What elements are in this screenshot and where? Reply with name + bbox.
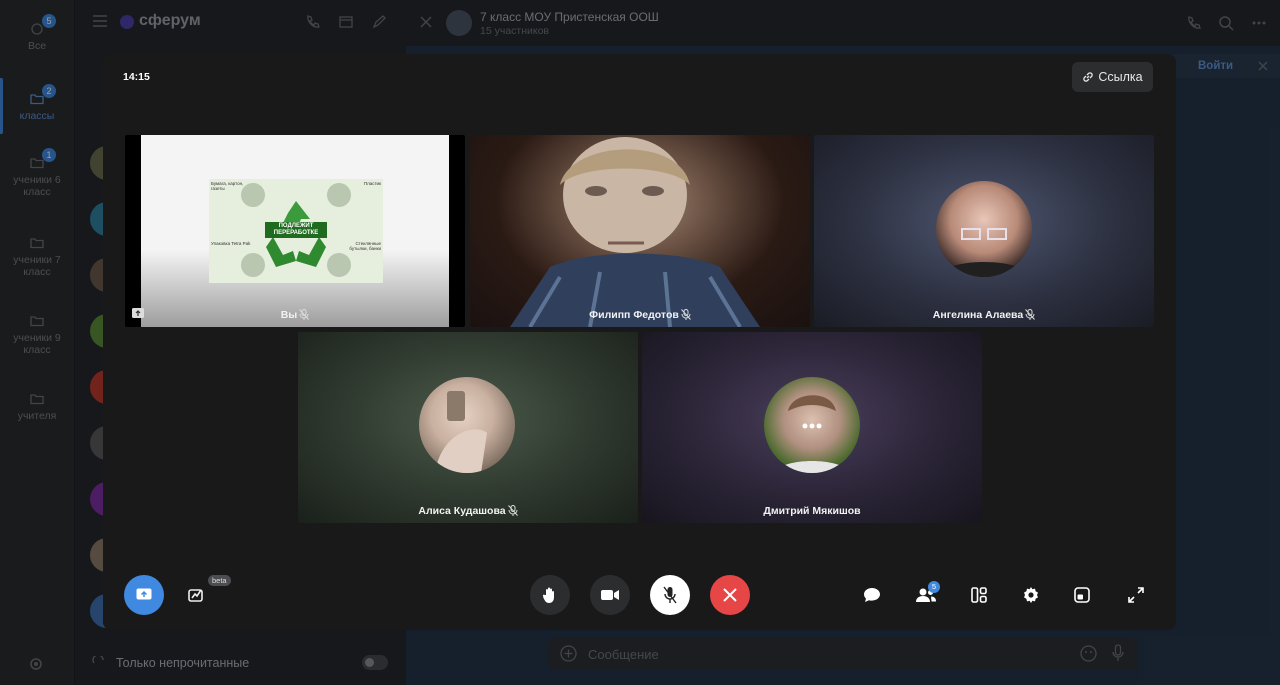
camera-icon	[601, 590, 619, 600]
layout-grid-icon	[971, 587, 987, 603]
camera-toggle-button[interactable]	[590, 575, 630, 615]
slide-text-glass: Стеклянные бутылки, банки	[349, 241, 381, 251]
whiteboard-button[interactable]	[183, 581, 211, 609]
slide-title-line-2: ПЕРЕРАБОТКЕ	[273, 230, 319, 236]
slide-text-paper: Бумага, картон, газеты	[211, 181, 244, 191]
slide-text-plastic: Пластик	[363, 181, 381, 186]
screen-share-button[interactable]	[124, 575, 164, 615]
participant-name-text: Дмитрий Мякишов	[763, 505, 861, 517]
chat-bubble-icon	[864, 588, 880, 602]
call-timer: 14:15	[123, 71, 150, 83]
video-call-window: 14:15 Ссылка Бумага, картон, газеты Плас…	[103, 54, 1176, 630]
layout-button[interactable]	[965, 581, 993, 609]
participant-name-text: Филипп Федотов	[589, 309, 679, 321]
link-icon	[1083, 72, 1094, 82]
slide-title: ПОДЛЕЖИТ ПЕРЕРАБОТКЕ	[265, 222, 327, 238]
end-call-button[interactable]	[710, 575, 750, 615]
camera-video-frame	[510, 137, 760, 327]
mic-off-icon	[680, 309, 691, 320]
microphone-toggle-button[interactable]	[650, 575, 690, 615]
participant-tile-dmitry[interactable]: Дмитрий Мякишов	[642, 332, 982, 523]
participant-avatar	[936, 181, 1032, 277]
participant-name: Ангелина Алаева	[814, 309, 1154, 321]
participant-avatar	[419, 377, 515, 473]
participants-count-badge: 5	[928, 581, 940, 593]
avatar-photo	[435, 391, 487, 473]
call-link-button[interactable]: Ссылка	[1072, 62, 1153, 92]
pip-icon	[1074, 587, 1090, 603]
fullscreen-icon	[1128, 587, 1144, 603]
raise-hand-button[interactable]	[530, 575, 570, 615]
participant-name: Дмитрий Мякишов	[642, 505, 982, 517]
screen-share-icon	[136, 588, 152, 600]
slide-text-tetrapak: Упаковка Tetra Pak	[211, 241, 251, 246]
gear-icon	[1024, 587, 1038, 603]
mic-off-icon	[507, 505, 518, 516]
participant-tile-alisa[interactable]: Алиса Кудашова	[298, 332, 638, 523]
hand-icon	[542, 587, 554, 603]
picture-in-picture-button[interactable]	[1068, 581, 1096, 609]
whiteboard-icon	[188, 589, 203, 602]
participant-name: Алиса Кудашова	[298, 505, 638, 517]
participant-tile-you[interactable]: Бумага, картон, газеты Пластик Упаковка …	[125, 135, 465, 327]
beta-badge: beta	[208, 575, 231, 586]
participant-name-text: Ангелина Алаева	[932, 309, 1024, 321]
mic-off-icon	[1025, 309, 1036, 320]
mic-off-icon	[663, 586, 677, 604]
participant-name: Вы	[125, 309, 465, 321]
speaking-indicator-icon	[802, 423, 822, 429]
slide-title-line-1: ПОДЛЕЖИТ	[278, 223, 314, 229]
chat-button[interactable]	[858, 581, 886, 609]
participant-name-text: Вы	[280, 309, 298, 321]
link-label: Ссылка	[1098, 70, 1143, 84]
participant-tile-angelina[interactable]: Ангелина Алаева	[814, 135, 1154, 327]
mic-off-icon	[299, 309, 310, 320]
participant-tile-filipp[interactable]: Филипп Федотов	[470, 135, 810, 327]
settings-button[interactable]	[1017, 581, 1045, 609]
recycling-slide: Бумага, картон, газеты Пластик Упаковка …	[209, 179, 383, 283]
participant-name: Филипп Федотов	[470, 309, 810, 321]
avatar-photo	[936, 228, 1032, 277]
participant-name-text: Алиса Кудашова	[418, 505, 506, 517]
close-icon	[723, 588, 737, 602]
fullscreen-button[interactable]	[1122, 581, 1150, 609]
